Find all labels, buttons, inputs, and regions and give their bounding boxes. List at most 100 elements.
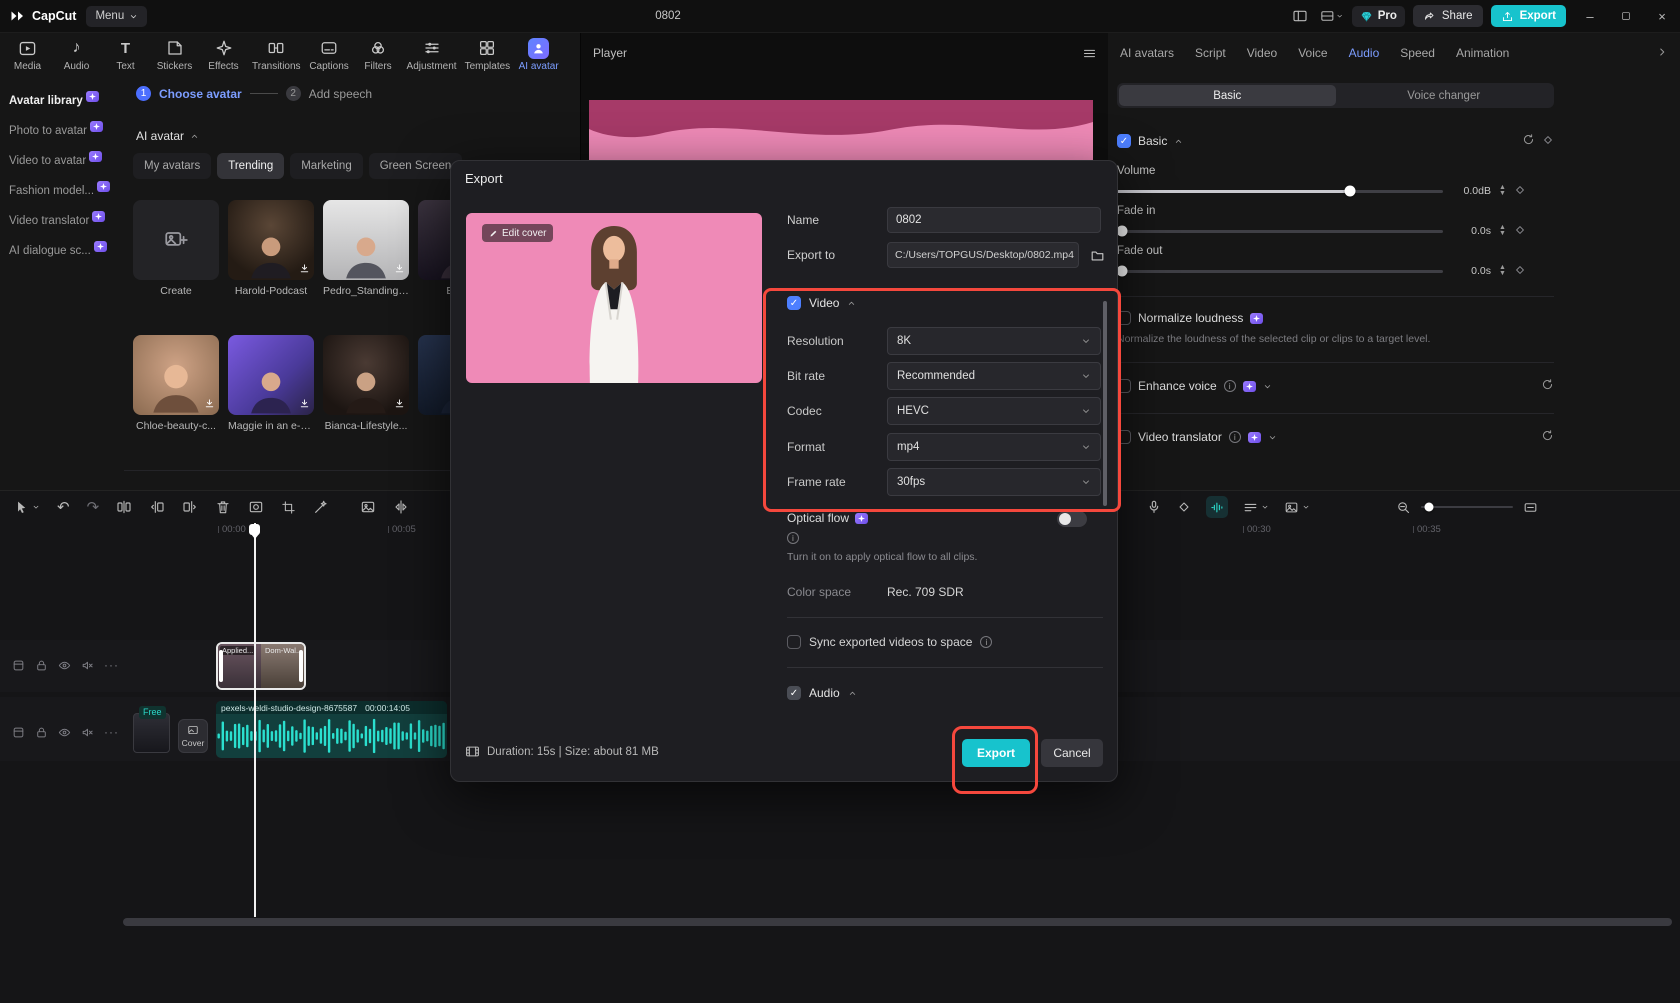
keyframe-icon[interactable] [1514, 184, 1526, 199]
lock-icon[interactable] [35, 726, 48, 739]
tab-video[interactable]: Video [1247, 46, 1277, 60]
maximize-button[interactable] [1608, 0, 1644, 32]
ai-avatar-section-header[interactable]: AI avatar [136, 129, 199, 143]
optical-flow-toggle[interactable] [1057, 511, 1087, 527]
tab-my-avatars[interactable]: My avatars [133, 153, 212, 179]
tab-script[interactable]: Script [1195, 46, 1226, 60]
ribbon-item-ai-avatar[interactable]: AI avatar [514, 37, 563, 72]
freeze-frame-icon[interactable] [360, 499, 376, 515]
close-button[interactable]: × [1644, 0, 1680, 32]
tab-audio[interactable]: Audio [1349, 46, 1380, 60]
timeline-horizontal-scrollbar[interactable] [123, 918, 1672, 926]
undo-icon[interactable]: ↶ [57, 498, 70, 516]
sidebar-item-avatar-library[interactable]: Avatar library [0, 86, 124, 116]
tab-marketing[interactable]: Marketing [290, 153, 363, 179]
share-button[interactable]: Share [1412, 5, 1483, 27]
ribbon-item-stickers[interactable]: Stickers [150, 38, 199, 72]
record-voiceover-icon[interactable] [1146, 499, 1162, 515]
zoom-slider[interactable] [1421, 502, 1513, 512]
chevron-down-icon[interactable] [1263, 382, 1272, 391]
format-dropdown[interactable]: mp4 [887, 433, 1101, 461]
split-icon[interactable] [116, 499, 132, 515]
reset-icon[interactable] [1541, 429, 1554, 445]
playhead[interactable] [254, 523, 256, 917]
frame-rate-dropdown[interactable]: 30fps [887, 468, 1101, 496]
sidebar-item-photo-to-avatar[interactable]: Photo to avatar [0, 116, 124, 146]
sidebar-item-fashion-model[interactable]: Fashion model... [0, 176, 124, 206]
pro-badge[interactable]: Pro [1351, 5, 1405, 27]
redo-icon[interactable]: ↷ [87, 498, 100, 516]
cover-button[interactable]: Cover [178, 719, 208, 753]
ribbon-item-captions[interactable]: Captions [305, 38, 354, 72]
export-confirm-button[interactable]: Export [962, 739, 1030, 767]
tab-ai-avatars[interactable]: AI avatars [1120, 46, 1174, 60]
ribbon-item-adjustment[interactable]: Adjustment [403, 38, 461, 72]
track-view-icon[interactable] [1243, 500, 1269, 515]
track-header-icon[interactable] [12, 659, 25, 672]
clip-left-handle[interactable] [219, 650, 223, 682]
tab-trending[interactable]: Trending [217, 153, 285, 179]
cancel-button[interactable]: Cancel [1041, 739, 1103, 767]
avatar-mini-clip[interactable] [133, 713, 170, 753]
layout-mode-icon[interactable] [1320, 6, 1344, 26]
fade-in-slider[interactable] [1116, 225, 1443, 237]
minimize-button[interactable]: – [1572, 0, 1608, 32]
avatar-card[interactable] [133, 335, 219, 415]
audio-section-checkbox[interactable]: ✓ [787, 686, 801, 700]
tab-green-screen[interactable]: Green Screen [368, 153, 463, 179]
subtab-basic[interactable]: Basic [1119, 85, 1336, 106]
fade-out-stepper[interactable]: ▲ ▼ [1499, 264, 1506, 277]
name-input[interactable] [887, 207, 1101, 233]
ribbon-item-text[interactable]: T Text [101, 38, 150, 73]
ribbon-item-media[interactable]: Media [3, 38, 52, 72]
magic-tool-icon[interactable] [313, 499, 329, 515]
playhead-handle[interactable] [249, 524, 260, 539]
info-icon[interactable]: i [980, 636, 993, 648]
fade-out-slider-knob[interactable] [1116, 265, 1128, 277]
select-tool-icon[interactable] [14, 500, 40, 515]
keyframe-icon[interactable] [1514, 264, 1526, 279]
lock-icon[interactable] [35, 659, 48, 672]
tab-speed[interactable]: Speed [1400, 46, 1435, 60]
avatar-card[interactable] [228, 335, 314, 415]
download-icon[interactable] [299, 263, 310, 277]
resolution-dropdown[interactable]: 8K [887, 327, 1101, 355]
show-waveform-icon[interactable] [1206, 496, 1228, 518]
trim-right-icon[interactable] [182, 499, 198, 515]
dialog-scrollbar[interactable] [1103, 301, 1107, 506]
eye-icon[interactable] [58, 726, 71, 739]
download-icon[interactable] [204, 398, 215, 412]
chevron-down-icon[interactable] [1268, 433, 1277, 442]
fade-in-slider-knob[interactable] [1116, 225, 1128, 237]
mirror-icon[interactable] [393, 499, 409, 515]
tab-voice[interactable]: Voice [1298, 46, 1327, 60]
volume-slider[interactable] [1117, 185, 1443, 197]
crop-icon[interactable] [281, 500, 296, 515]
clip-right-handle[interactable] [299, 650, 303, 682]
edit-cover-button[interactable]: Edit cover [482, 224, 554, 242]
chevron-up-icon[interactable] [848, 689, 857, 698]
avatar-card[interactable] [323, 200, 409, 280]
enhance-voice-checkbox[interactable] [1117, 379, 1131, 393]
video-section-checkbox[interactable]: ✓ [787, 296, 801, 310]
zoom-slider-knob[interactable] [1424, 502, 1434, 512]
more-icon[interactable]: ··· [104, 658, 119, 672]
bit-rate-dropdown[interactable]: Recommended [887, 362, 1101, 390]
keyframe-icon[interactable] [1542, 134, 1554, 149]
download-icon[interactable] [394, 263, 405, 277]
track-header-icon[interactable] [12, 726, 25, 739]
more-icon[interactable]: ··· [104, 725, 119, 739]
mute-icon[interactable] [81, 726, 94, 739]
keyframe-icon[interactable] [1514, 224, 1526, 239]
subtab-voice-changer[interactable]: Voice changer [1336, 85, 1553, 106]
sidebar-item-video-to-avatar[interactable]: Video to avatar [0, 146, 124, 176]
sidebar-item-ai-dialogue[interactable]: AI dialogue sc... [0, 236, 124, 266]
zoom-out-icon[interactable] [1396, 500, 1411, 515]
ribbon-item-templates[interactable]: Templates [461, 38, 515, 72]
delete-icon[interactable] [215, 499, 231, 515]
player-menu-icon[interactable] [1082, 46, 1097, 61]
info-icon[interactable]: i [1223, 380, 1236, 392]
ribbon-item-transitions[interactable]: Transitions [248, 38, 305, 72]
fade-in-stepper[interactable]: ▲ ▼ [1499, 224, 1506, 237]
create-avatar-card[interactable] [133, 200, 219, 280]
